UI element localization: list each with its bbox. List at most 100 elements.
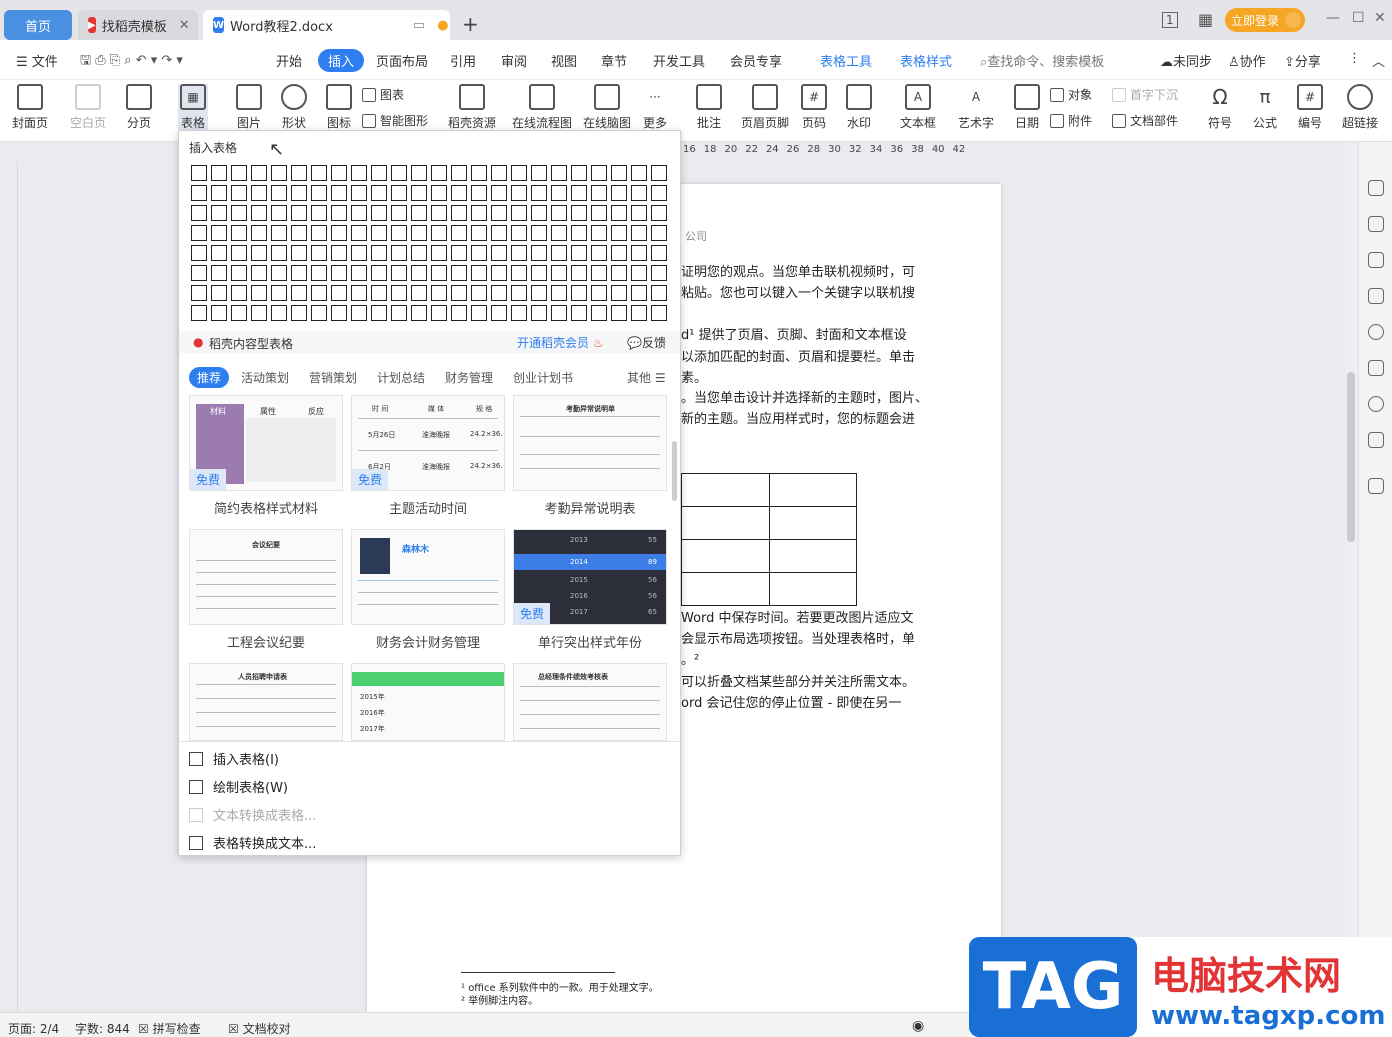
table-grid-cell[interactable] [511, 245, 527, 261]
table-grid-cell[interactable] [431, 285, 447, 301]
table-grid-cell[interactable] [251, 225, 267, 241]
cursor-icon[interactable] [1368, 252, 1384, 268]
template-thumb-4[interactable]: 会议纪要 [189, 529, 343, 625]
table-grid-cell[interactable] [191, 165, 207, 181]
book-icon[interactable] [1368, 432, 1384, 448]
maximize-icon[interactable]: ☐ [1352, 10, 1365, 26]
table-grid-cell[interactable] [531, 285, 547, 301]
pen-icon[interactable] [1368, 216, 1384, 232]
table-grid-cell[interactable] [371, 225, 387, 241]
table-grid-cell[interactable] [531, 205, 547, 221]
table-grid-cell[interactable] [351, 205, 367, 221]
menu-start[interactable]: 开始 [276, 51, 302, 70]
menu-table-style[interactable]: 表格样式 [900, 51, 952, 70]
doc-proof[interactable]: ☒ 文档校对 [228, 1020, 291, 1037]
table-grid-cell[interactable] [511, 185, 527, 201]
table-grid-cell[interactable] [431, 185, 447, 201]
scrollbar[interactable] [1345, 142, 1358, 1012]
table-grid-cell[interactable] [551, 245, 567, 261]
table-grid-cell[interactable] [311, 245, 327, 261]
table-grid-cell[interactable] [611, 205, 627, 221]
category-marketing[interactable]: 营销策划 [309, 369, 357, 386]
table-grid-cell[interactable] [411, 305, 427, 321]
object-button[interactable]: 对象 [1050, 86, 1092, 103]
table-grid-cell[interactable] [211, 225, 227, 241]
menu-review[interactable]: 审阅 [501, 51, 527, 70]
table-grid-cell[interactable] [291, 165, 307, 181]
table-grid-cell[interactable] [251, 265, 267, 281]
hyperlink-button[interactable]: 超链接 [1342, 84, 1378, 131]
collapse-ribbon-icon[interactable]: ︿ [1372, 51, 1385, 70]
table-grid-cell[interactable] [411, 185, 427, 201]
table-grid-cell[interactable] [211, 285, 227, 301]
table-grid-cell[interactable] [551, 185, 567, 201]
table-grid-cell[interactable] [231, 245, 247, 261]
table-grid-cell[interactable] [351, 285, 367, 301]
table-grid-cell[interactable] [231, 285, 247, 301]
table-grid-cell[interactable] [491, 185, 507, 201]
table-grid-cell[interactable] [391, 225, 407, 241]
template-thumb-2[interactable]: 时 间 媒 体 规 格 5月26日 淮海晚报 24.2×36. 6月2日 淮海晚… [351, 395, 505, 491]
table-grid-cell[interactable] [391, 285, 407, 301]
table-grid-cell[interactable] [631, 245, 647, 261]
template-thumb-7[interactable]: 人员招聘申请表 [189, 663, 343, 741]
table-grid-cell[interactable] [191, 185, 207, 201]
table-grid-cell[interactable] [571, 165, 587, 181]
wordart-button[interactable]: A 艺术字 [958, 84, 994, 131]
table-grid-cell[interactable] [271, 265, 287, 281]
icon-button[interactable]: 图标 [326, 84, 352, 131]
table-grid-cell[interactable] [371, 165, 387, 181]
table-grid-cell[interactable] [451, 185, 467, 201]
login-button[interactable]: 立即登录 [1225, 8, 1305, 32]
table-grid-cell[interactable] [511, 265, 527, 281]
table-grid-cell[interactable] [471, 285, 487, 301]
tab-document[interactable]: W Word教程2.docx ▭ ● [203, 10, 450, 40]
template-thumb-1[interactable]: 材料 属性 反应 免费 [189, 395, 343, 491]
table-grid-cell[interactable] [451, 165, 467, 181]
template-thumb-9[interactable]: 总经理条件绩效考核表 [513, 663, 667, 741]
table-grid-cell[interactable] [391, 305, 407, 321]
table-grid-cell[interactable] [331, 305, 347, 321]
lock-icon[interactable] [1368, 478, 1384, 494]
category-other[interactable]: 其他 ☰ [627, 369, 666, 386]
table-grid-cell[interactable] [631, 185, 647, 201]
menu-table-to-text[interactable]: 表格转换成文本... [189, 833, 316, 852]
table-grid-cell[interactable] [351, 185, 367, 201]
category-activity[interactable]: 活动策划 [241, 369, 289, 386]
table-grid-cell[interactable] [271, 285, 287, 301]
page-number-button[interactable]: # 页码 [801, 84, 827, 131]
word-count[interactable]: 字数: 844 [75, 1020, 130, 1037]
table-grid-cell[interactable] [611, 265, 627, 281]
category-recommend[interactable]: 推荐 [189, 367, 230, 388]
table-grid-cell[interactable] [651, 205, 667, 221]
table-grid-cell[interactable] [331, 285, 347, 301]
table-grid-cell[interactable] [351, 265, 367, 281]
table-grid-cell[interactable] [531, 265, 547, 281]
table-grid-cell[interactable] [571, 285, 587, 301]
table-grid-cell[interactable] [411, 265, 427, 281]
category-finance[interactable]: 财务管理 [445, 369, 493, 386]
table-grid-cell[interactable] [651, 225, 667, 241]
menu-layout[interactable]: 页面布局 [376, 51, 428, 70]
table-grid-cell[interactable] [271, 185, 287, 201]
table-grid-cell[interactable] [551, 225, 567, 241]
table-grid-cell[interactable] [191, 285, 207, 301]
table-grid-cell[interactable] [391, 185, 407, 201]
table-grid-cell[interactable] [551, 305, 567, 321]
table-grid-cell[interactable] [271, 305, 287, 321]
table-size-grid[interactable] [191, 165, 667, 321]
table-grid-cell[interactable] [251, 205, 267, 221]
table-grid-cell[interactable] [211, 185, 227, 201]
table-grid-cell[interactable] [371, 285, 387, 301]
symbol-button[interactable]: Ω 符号 [1207, 84, 1233, 131]
table-grid-cell[interactable] [231, 205, 247, 221]
vip-link[interactable]: 开通稻壳会员 ♨ [517, 334, 604, 351]
table-grid-cell[interactable] [271, 165, 287, 181]
header-footer-button[interactable]: 页眉页脚 [741, 84, 789, 131]
sliders-icon[interactable] [1368, 288, 1384, 304]
table-grid-cell[interactable] [591, 265, 607, 281]
table-grid-cell[interactable] [251, 285, 267, 301]
table-grid-cell[interactable] [571, 305, 587, 321]
table-grid-cell[interactable] [631, 265, 647, 281]
table-grid-cell[interactable] [531, 225, 547, 241]
